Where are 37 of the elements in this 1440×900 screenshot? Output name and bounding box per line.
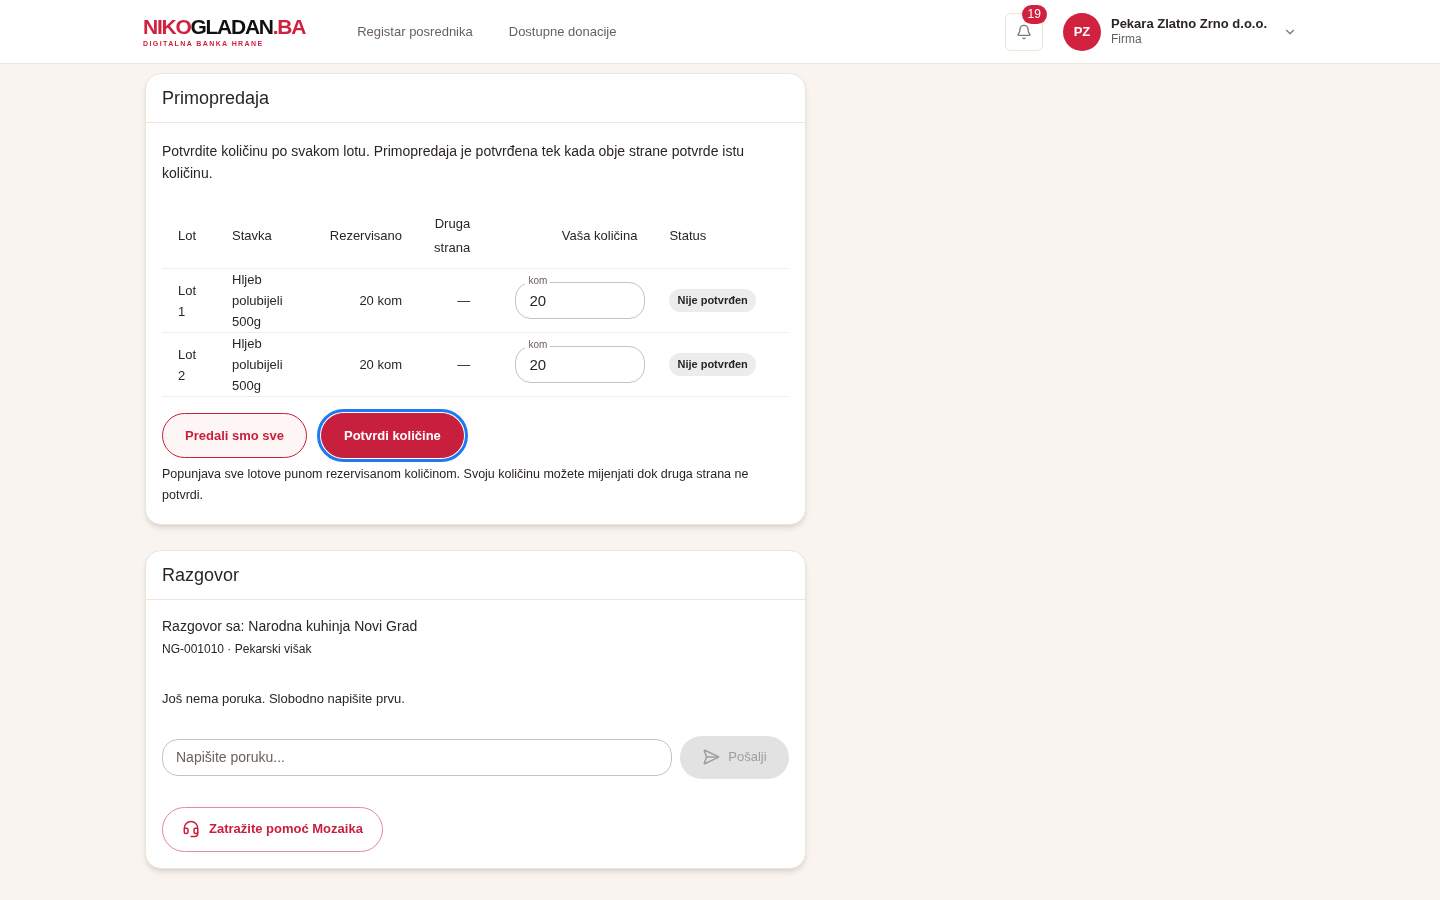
table-cell: 20 kom [298, 268, 419, 333]
column-header: Stavka [216, 204, 299, 269]
chat-meta: NG-001010 · Pekarski višak [162, 641, 313, 658]
status-badge: Nije potvrđen [669, 289, 756, 312]
nav-link[interactable]: Registar posrednika [357, 21, 473, 42]
status-badge: Nije potvrđen [669, 353, 756, 376]
user-avatar[interactable]: PZ [1062, 12, 1101, 51]
column-header: Lot [162, 204, 216, 269]
table-cell: Lot 1 [162, 268, 216, 333]
nav-link[interactable]: Dostupne donacije [508, 21, 617, 42]
column-header: Rezervisano [298, 204, 419, 269]
user-name: Pekara Zlatno Zrno d.o.o. [1110, 15, 1267, 33]
logo-text[interactable]: GLADAN [190, 16, 273, 38]
table-cell: — [418, 268, 487, 333]
send-icon [702, 748, 721, 766]
bell-icon [1015, 23, 1032, 40]
logo-text[interactable]: .BA [272, 16, 306, 38]
table-cell: — [418, 332, 487, 397]
message-field[interactable]: Napišite poruku... [162, 738, 672, 776]
table-cell: Hljeb polubijeli 500g [216, 268, 299, 333]
card-title: Razgovor [146, 551, 805, 600]
empty-message: Još nema poruka. Slobodno napišite prvu. [162, 690, 406, 708]
table-cell: Lot 2 [162, 332, 216, 397]
notification-count: 19 [1021, 4, 1047, 24]
logo-text[interactable]: NIKO [143, 16, 191, 38]
headset-icon [182, 820, 200, 838]
column-header: Vaša količina [486, 204, 654, 269]
table-cell: Hljeb polubijeli 500g [216, 332, 299, 397]
chat-partner: Razgovor sa: Narodna kuhinja Novi Grad [162, 617, 419, 636]
column-header: Status [653, 204, 789, 269]
help-text: Popunjava sve lotove punom rezervisanom količinom. Svoju količinu možete mijenjati dok druga strana ne potvrdi. [162, 466, 750, 504]
action-button[interactable]: Predali smo sve [162, 413, 307, 458]
card-title: Primopredaja [146, 74, 805, 123]
intro-text: Potvrdite količinu po svakom lotu. Primopredaja je potvrđena tek kada obje strane potvrde istu količinu. [162, 142, 746, 183]
column-header: Druga strana [418, 204, 487, 269]
user-role: Firma [1110, 32, 1143, 48]
table-cell: 20 kom [298, 332, 419, 397]
